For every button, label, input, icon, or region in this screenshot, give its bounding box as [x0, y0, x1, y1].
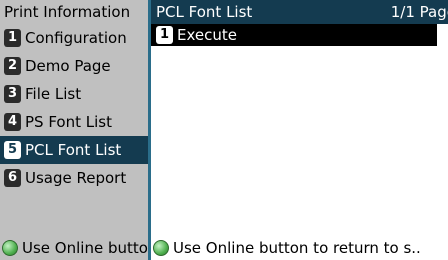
menu-item-number: 5: [4, 141, 21, 159]
menu-item-pcl-font-list[interactable]: 5 PCL Font List: [0, 136, 148, 164]
option-label: Execute: [177, 26, 237, 44]
panel-title: PCL Font List: [156, 3, 253, 21]
menu-footer-text: Use Online button to return: [22, 239, 148, 257]
menu-item-label: Demo Page: [25, 57, 111, 75]
printer-panel-screen: Print Information 1 Configuration 2 Demo…: [0, 0, 448, 260]
menu-item-label: Usage Report: [25, 169, 127, 187]
menu-item-label: File List: [25, 85, 82, 103]
option-number: 1: [156, 26, 173, 44]
panel-footer-hint: Use Online button to return to s..: [151, 236, 448, 260]
print-information-menu: Print Information 1 Configuration 2 Demo…: [0, 0, 148, 260]
panel-footer-text: Use Online button to return to s..: [173, 239, 421, 257]
pcl-font-list-panel: PCL Font List 1/1 Page 1 Execute Use Onl…: [151, 0, 448, 260]
menu-item-label: Configuration: [25, 29, 127, 47]
menu-item-configuration[interactable]: 1 Configuration: [0, 24, 148, 52]
panel-header: PCL Font List 1/1 Page: [151, 0, 448, 24]
execute-option[interactable]: 1 Execute: [151, 24, 437, 46]
menu-item-demo-page[interactable]: 2 Demo Page: [0, 52, 148, 80]
menu-item-number: 1: [4, 29, 21, 47]
online-button-icon: [153, 240, 169, 256]
online-button-icon: [2, 240, 18, 256]
menu-item-number: 3: [4, 85, 21, 103]
menu-item-number: 4: [4, 113, 21, 131]
menu-item-label: PCL Font List: [25, 141, 122, 159]
menu-title: Print Information: [4, 3, 131, 21]
menu-item-file-list[interactable]: 3 File List: [0, 80, 148, 108]
page-indicator: 1/1 Page: [390, 3, 448, 21]
menu-footer-hint: Use Online button to return: [0, 236, 148, 260]
menu-item-ps-font-list[interactable]: 4 PS Font List: [0, 108, 148, 136]
menu-item-label: PS Font List: [25, 113, 112, 131]
menu-item-number: 6: [4, 169, 21, 187]
menu-item-number: 2: [4, 57, 21, 75]
menu-item-usage-report[interactable]: 6 Usage Report: [0, 164, 148, 192]
